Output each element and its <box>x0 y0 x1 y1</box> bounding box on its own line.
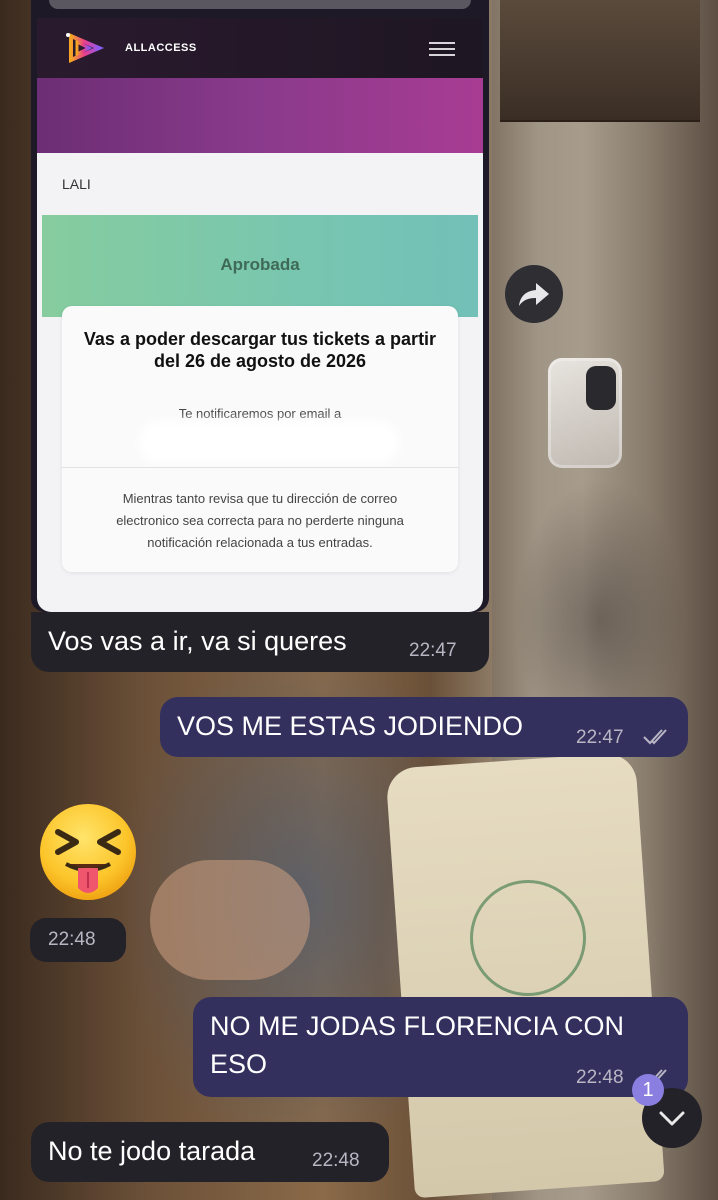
message-text: Vos vas a ir, va si queres <box>48 626 347 656</box>
message-text: VOS ME ESTAS JODIENDO <box>177 711 524 741</box>
double-check-icon <box>643 729 667 745</box>
incoming-bubble[interactable]: No te jodo tarada 22:48 <box>31 1122 389 1182</box>
message-time: 22:47 <box>409 640 457 661</box>
message-text-line2: ESO <box>210 1049 268 1079</box>
message-time: 22:48 <box>576 1067 624 1088</box>
message-time: 22:48 <box>48 929 96 950</box>
forward-button[interactable] <box>505 265 563 323</box>
caption-bubble[interactable]: Vos vas a ir, va si queres 22:47 <box>31 612 489 672</box>
outgoing-bubble[interactable]: VOS ME ESTAS JODIENDO 22:47 <box>160 697 688 757</box>
divider <box>62 467 458 468</box>
message-text: No te jodo tarada <box>48 1136 256 1166</box>
message-time: 22:48 <box>312 1150 360 1171</box>
message-text-line1: NO ME JODAS FLORENCIA CON <box>210 1011 625 1041</box>
artist-name: LALI <box>62 176 91 192</box>
bg-ceiling-vent <box>500 0 700 122</box>
screenshot-top-bar <box>49 0 471 9</box>
brand-name: ALLACCESS <box>125 42 197 54</box>
redacted-email <box>144 426 394 458</box>
emoji-time-pill: 22:48 <box>30 918 126 962</box>
bg-arm <box>150 860 310 980</box>
email-note: Mientras tanto revisa que tu dirección d… <box>116 491 404 550</box>
notify-text: Te notificaremos por email a <box>178 406 342 421</box>
forward-icon <box>519 283 549 306</box>
allaccess-header: ALLACCESS <box>37 18 483 78</box>
artist-banner <box>37 78 483 154</box>
status-banner: Aprobada <box>42 215 478 317</box>
squinting-face-with-tongue-icon[interactable] <box>36 802 140 906</box>
allaccess-logo <box>66 32 105 64</box>
status-label: Aprobada <box>220 255 300 274</box>
info-panel: Vas a poder descargar tus tickets a part… <box>62 306 458 572</box>
bg-phone-camera <box>586 366 616 410</box>
unread-count-badge: 1 <box>632 1074 664 1106</box>
download-title: Vas a poder descargar tus tickets a part… <box>83 329 437 371</box>
message-time: 22:47 <box>576 727 624 748</box>
outgoing-bubble[interactable]: NO ME JODAS FLORENCIA CON ESO 22:48 <box>193 997 688 1097</box>
bg-bag-print <box>470 880 586 996</box>
hamburger-menu-icon <box>429 42 455 56</box>
